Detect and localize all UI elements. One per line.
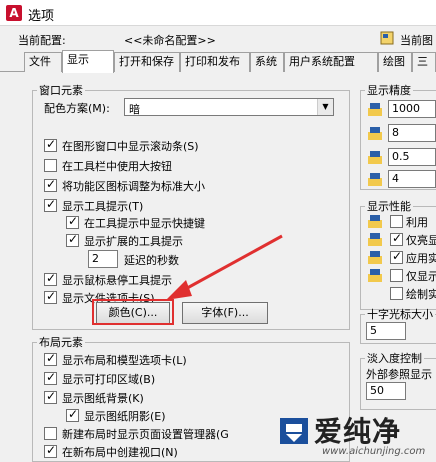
page-setup-manager-label: 新建布局时显示页面设置管理器(G <box>62 428 229 441</box>
printable-area-label: 显示可打印区域(B) <box>62 373 156 386</box>
tab-3d[interactable]: 三 <box>412 52 436 72</box>
tab-display[interactable]: 显示 <box>62 50 114 73</box>
window-title: 选项 <box>28 9 55 24</box>
raster-pan-zoom-label: 利用 <box>406 216 428 229</box>
draw-silhouettes-label: 绘制实 <box>406 288 436 301</box>
crosshair-size-title: 十字光标大小 <box>367 308 433 321</box>
color-scheme-value: 暗 <box>129 103 140 116</box>
shortcut-keys-label: 在工具提示中显示快捷键 <box>84 217 205 230</box>
printable-area-checkbox[interactable] <box>44 370 57 385</box>
watermark-logo-icon <box>280 418 308 444</box>
fade-control-title: 淡入度控制 <box>367 352 422 365</box>
rendered-smoothness-input[interactable]: 0.5 <box>388 148 436 166</box>
performance-icon <box>368 251 382 264</box>
layout-elements-title: 布局元素 <box>39 336 83 349</box>
file-tabs-checkbox[interactable] <box>44 289 57 304</box>
performance-icon <box>368 269 382 282</box>
large-buttons-checkbox[interactable] <box>44 159 57 172</box>
tab-drafting[interactable]: 绘图 <box>378 52 412 72</box>
draw-silhouettes-checkbox[interactable] <box>390 287 403 300</box>
resolution-icon <box>368 151 382 164</box>
tab-open-save[interactable]: 打开和保存 <box>114 52 180 72</box>
resolution-icon <box>368 127 382 140</box>
extended-tooltips-checkbox[interactable] <box>66 232 79 247</box>
performance-icon <box>368 215 382 228</box>
title-bar: A 选项 <box>0 0 436 26</box>
scrollbars-checkbox[interactable] <box>44 137 57 152</box>
layout-tabs-label: 显示布局和模型选项卡(L) <box>62 354 187 367</box>
drawing-icon <box>380 31 394 45</box>
autocad-app-icon: A <box>6 5 22 21</box>
shortcut-keys-checkbox[interactable] <box>66 214 79 229</box>
arc-smoothness-input[interactable]: 1000 <box>388 100 436 118</box>
text-boundary-checkbox[interactable] <box>390 269 403 282</box>
raster-pan-zoom-checkbox[interactable] <box>390 215 403 228</box>
watermark: 爱纯净 www.aichunjing.com <box>272 408 436 462</box>
large-buttons-label: 在工具栏中使用大按钮 <box>62 160 172 173</box>
text-boundary-label: 仅显示 <box>406 270 436 283</box>
polyline-segments-input[interactable]: 8 <box>388 124 436 142</box>
create-viewport-checkbox[interactable] <box>44 443 57 458</box>
ribbon-icons-checkbox[interactable] <box>44 177 57 192</box>
tab-plot-publish[interactable]: 打印和发布 <box>180 52 250 72</box>
watermark-text: 爱纯净 <box>314 415 402 448</box>
paper-shadow-label: 显示图纸阴影(E) <box>84 410 166 423</box>
window-elements-title: 窗口元素 <box>39 84 83 97</box>
tooltips-checkbox[interactable] <box>44 197 57 212</box>
paper-shadow-checkbox[interactable] <box>66 407 79 422</box>
profile-row: 当前配置: <<未命名配置>> 当前图 <box>0 26 436 50</box>
display-resolution-title: 显示精度 <box>367 84 411 97</box>
current-profile-label: 当前配置: <box>18 34 66 47</box>
xref-fade-input[interactable]: 50 <box>366 382 406 400</box>
scrollbars-label: 在图形窗口中显示滚动条(S) <box>62 140 199 153</box>
xref-display-label: 外部参照显示 <box>366 368 432 381</box>
highlight-raster-frame-label: 仅亮显 <box>406 234 436 247</box>
rollover-tooltips-checkbox[interactable] <box>44 271 57 286</box>
tab-bar: 文件 显示 打开和保存 打印和发布 系统 用户系统配置 绘图 三 <box>0 50 436 73</box>
resolution-icon <box>368 173 382 186</box>
tab-files[interactable]: 文件 <box>24 52 62 72</box>
color-scheme-select[interactable]: 暗 ▼ <box>124 98 334 116</box>
paper-background-label: 显示图纸背景(K) <box>62 392 144 405</box>
resolution-icon <box>368 103 382 116</box>
create-viewport-label: 在新布局中创建视口(N) <box>62 446 178 459</box>
delay-seconds-input[interactable]: 2 <box>88 250 118 268</box>
paper-background-checkbox[interactable] <box>44 389 57 404</box>
apply-solid-fill-label: 应用实 <box>406 252 436 265</box>
apply-solid-fill-checkbox[interactable] <box>390 249 403 264</box>
page-setup-manager-checkbox[interactable] <box>44 427 57 440</box>
display-performance-title: 显示性能 <box>367 200 411 213</box>
tab-user-preferences[interactable]: 用户系统配置 <box>284 52 378 72</box>
current-profile-value: <<未命名配置>> <box>124 34 216 47</box>
contour-lines-input[interactable]: 4 <box>388 170 436 188</box>
color-scheme-label: 配色方案(M): <box>44 102 110 115</box>
chevron-down-icon: ▼ <box>317 99 333 115</box>
crosshair-size-input[interactable]: 5 <box>366 322 406 340</box>
layout-tabs-checkbox[interactable] <box>44 351 57 366</box>
tab-system[interactable]: 系统 <box>250 52 284 72</box>
annotation-arrow <box>166 234 283 300</box>
highlight-raster-frame-checkbox[interactable] <box>390 231 403 246</box>
tooltips-label: 显示工具提示(T) <box>62 200 144 213</box>
performance-icon <box>368 233 382 246</box>
current-drawing-label: 当前图 <box>400 34 433 47</box>
watermark-url: www.aichunjing.com <box>322 446 426 457</box>
ribbon-icons-label: 将功能区图标调整为标准大小 <box>62 180 205 193</box>
